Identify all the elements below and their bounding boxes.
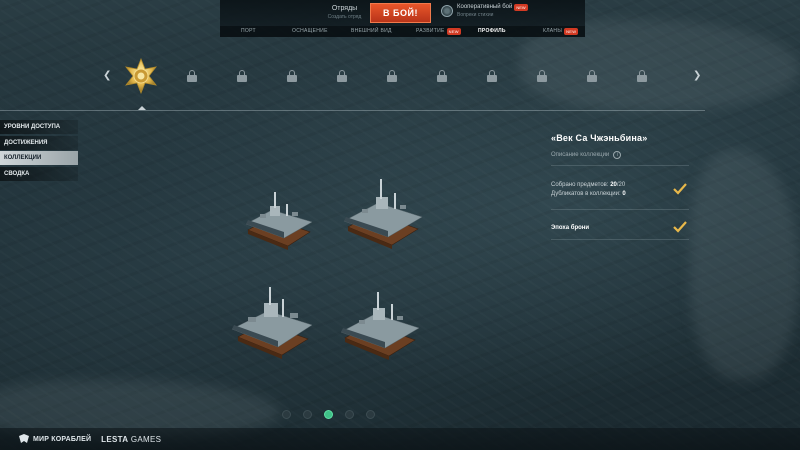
checkmark-icon bbox=[673, 183, 687, 195]
ship-model-card[interactable] bbox=[338, 175, 426, 250]
nav-port[interactable]: ПОРТ bbox=[241, 28, 256, 34]
page-dot-active[interactable] bbox=[324, 410, 333, 419]
panel-divider bbox=[551, 165, 689, 166]
nav-label: ПОРТ bbox=[241, 28, 256, 34]
golden-star-medal-icon[interactable] bbox=[123, 57, 159, 95]
panel-divider bbox=[551, 209, 689, 210]
lesta-games-logo: LESTA GAMES bbox=[101, 435, 161, 444]
checkmark-icon bbox=[673, 221, 687, 233]
collection-description-label: Описание коллекции bbox=[551, 152, 610, 158]
page-dot[interactable] bbox=[303, 410, 312, 419]
duplicates-label: Дубликатов в коллекции: bbox=[551, 191, 621, 197]
side-item-achievements[interactable]: ДОСТИЖЕНИЯ bbox=[0, 135, 78, 150]
lock-icon[interactable] bbox=[287, 70, 297, 82]
lock-icon[interactable] bbox=[537, 70, 547, 82]
new-badge: NEW bbox=[514, 4, 528, 11]
profile-side-menu: УРОВНИ ДОСТУПА ДОСТИЖЕНИЯ КОЛЛЕКЦИИ СВОД… bbox=[0, 120, 78, 182]
ribbon-next-arrow-icon[interactable]: ❯ bbox=[693, 70, 701, 81]
collected-value: 20 bbox=[610, 182, 617, 188]
lock-icon[interactable] bbox=[387, 70, 397, 82]
nav-label: ОСНАЩЕНИЕ bbox=[292, 28, 328, 34]
collection-info-panel: «Век Са Чжэньбина» Описание коллекции i … bbox=[551, 133, 701, 240]
collected-label: Собрано предметов: bbox=[551, 182, 609, 188]
lock-icon[interactable] bbox=[637, 70, 647, 82]
mode-sublabel: Вопреки стихии bbox=[457, 12, 494, 18]
battle-mode-selector[interactable]: Кооперативный бой NEW Вопреки стихии bbox=[441, 4, 528, 18]
coop-mode-icon bbox=[441, 5, 453, 17]
ship-model-card[interactable] bbox=[335, 288, 423, 360]
squad-button[interactable]: Отряды Создать отряд bbox=[322, 5, 367, 20]
side-item-access-levels[interactable]: УРОВНИ ДОСТУПА bbox=[0, 120, 78, 134]
panel-divider bbox=[551, 239, 689, 240]
battle-button[interactable]: В БОЙ! bbox=[370, 3, 431, 23]
ribbon-selection-pointer bbox=[138, 106, 146, 110]
duplicates-value: 0 bbox=[622, 191, 626, 197]
page-indicator bbox=[282, 410, 375, 419]
lock-icon[interactable] bbox=[487, 70, 497, 82]
background-land bbox=[690, 150, 800, 380]
side-item-summary[interactable]: СВОДКА bbox=[0, 166, 78, 181]
side-item-collections[interactable]: КОЛЛЕКЦИИ bbox=[0, 151, 78, 165]
ribbon-divider bbox=[0, 110, 705, 111]
main-nav: ПОРТ ОСНАЩЕНИЕ ВНЕШНИЙ ВИД РАЗВИТИЕ NEW П… bbox=[220, 26, 585, 37]
collection-description-link[interactable]: Описание коллекции i bbox=[551, 151, 701, 159]
nav-label: ПРОФИЛЬ bbox=[478, 28, 506, 34]
ship-model-card[interactable] bbox=[228, 285, 316, 360]
anchor-logo-icon bbox=[19, 434, 29, 443]
lock-icon[interactable] bbox=[587, 70, 597, 82]
brand-right-rest: GAMES bbox=[128, 434, 162, 444]
new-badge: NEW bbox=[446, 28, 461, 35]
nav-exterior[interactable]: ВНЕШНИЙ ВИД bbox=[351, 28, 392, 34]
mode-label: Кооперативный бой bbox=[457, 4, 513, 10]
footer: МИР КОРАБЛЕЙ LESTA GAMES bbox=[0, 428, 800, 450]
lock-icon[interactable] bbox=[187, 70, 197, 82]
info-icon: i bbox=[613, 151, 622, 159]
nav-profile[interactable]: ПРОФИЛЬ bbox=[478, 28, 506, 34]
nav-label: КЛАНЫ bbox=[543, 28, 563, 34]
nav-equipment[interactable]: ОСНАЩЕНИЕ bbox=[292, 28, 328, 34]
squad-label: Отряды bbox=[331, 5, 358, 12]
page-dot[interactable] bbox=[366, 410, 375, 419]
page-dot[interactable] bbox=[345, 410, 354, 419]
nav-clans[interactable]: КЛАНЫ NEW bbox=[543, 28, 579, 35]
nav-label: РАЗВИТИЕ bbox=[416, 28, 445, 34]
squad-sublabel: Создать отряд bbox=[327, 14, 362, 20]
brand-left-text: МИР КОРАБЛЕЙ bbox=[33, 435, 92, 443]
collected-total: /20 bbox=[616, 182, 626, 188]
page-dot[interactable] bbox=[282, 410, 291, 419]
collection-stats: Собрано предметов: 20/20 Дубликатов в ко… bbox=[551, 181, 626, 199]
lock-icon[interactable] bbox=[337, 70, 347, 82]
lock-icon[interactable] bbox=[237, 70, 247, 82]
era-label: Эпоха брони bbox=[551, 225, 590, 231]
mir-korabley-logo: МИР КОРАБЛЕЙ bbox=[18, 434, 91, 444]
ribbon-prev-arrow-icon[interactable]: ❮ bbox=[103, 70, 111, 81]
nav-development[interactable]: РАЗВИТИЕ NEW bbox=[416, 28, 461, 35]
new-badge: NEW bbox=[564, 28, 579, 35]
ship-model-card[interactable] bbox=[238, 182, 318, 252]
lock-icon[interactable] bbox=[437, 70, 447, 82]
brand-right-bold: LESTA bbox=[101, 434, 129, 444]
nav-label: ВНЕШНИЙ ВИД bbox=[351, 28, 392, 34]
collection-title: «Век Са Чжэньбина» bbox=[551, 133, 648, 143]
